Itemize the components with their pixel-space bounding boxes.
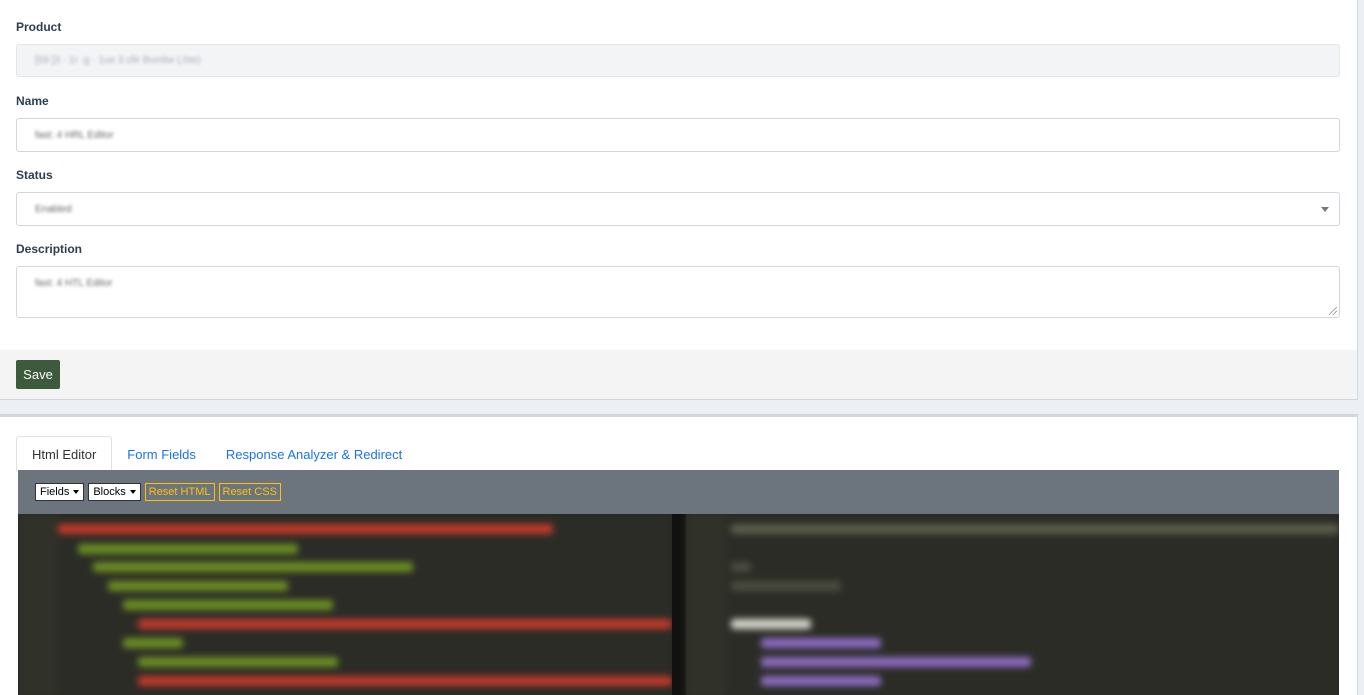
blocks-dropdown-label: Blocks [93,486,126,498]
status-label: Status [16,168,53,182]
code-line [731,562,751,572]
name-input[interactable]: fast: 4 HRL Editor [16,118,1340,152]
code-line [138,657,338,667]
code-line [138,676,672,686]
tab-form-fields[interactable]: Form Fields [112,436,211,472]
code-line [93,562,413,572]
reset-css-button[interactable]: Reset CSS [218,483,281,501]
form-footer: Save [0,350,1357,399]
caret-down-icon [129,490,136,494]
code-line [123,638,183,648]
save-button[interactable]: Save [16,360,60,389]
code-line [731,619,811,629]
product-label: Product [16,20,62,34]
code-line [761,676,881,686]
fields-dropdown[interactable]: Fields [35,483,85,501]
status-value: Enabled [35,203,72,215]
code-line [138,619,672,629]
product-value: [59 ]3 · 1r ·g · 1ue 3 ufe Bumbe (.hte) [35,55,201,66]
product-field: [59 ]3 · 1r ·g · 1ue 3 ufe Bumbe (.hte) [16,44,1340,77]
line-number-gutter [18,514,58,695]
css-code-pane[interactable] [686,514,1339,695]
name-label: Name [16,94,49,108]
code-line [761,657,1031,667]
fields-dropdown-label: Fields [40,486,70,498]
description-label: Description [16,242,83,256]
description-textarea[interactable]: fast: 4 HTL Editor [16,266,1340,318]
reset-html-button[interactable]: Reset HTML [144,483,215,501]
line-number-gutter [686,514,726,695]
code-line [58,524,553,534]
code-editor-area [18,514,1339,695]
caret-down-icon [73,490,80,494]
blocks-dropdown[interactable]: Blocks [88,483,141,501]
code-line [108,581,288,591]
edit-form-card: Product [59 ]3 · 1r ·g · 1ue 3 ufe Bumbe… [0,0,1358,400]
resize-handle-icon[interactable] [1329,307,1337,315]
code-line [731,524,1339,534]
code-line [761,638,881,648]
name-value: fast: 4 HRL Editor [35,129,114,141]
status-select[interactable]: Enabled [16,192,1340,226]
editor-card: Html Editor Form Fields Response Analyze… [0,414,1358,695]
code-line [78,544,298,554]
tab-response-analyzer[interactable]: Response Analyzer & Redirect [211,436,417,472]
code-line [123,600,333,610]
editor-toolbar: Fields Blocks Reset HTML Reset CSS [18,470,1339,514]
chevron-down-icon [1321,207,1329,212]
html-code-pane[interactable] [18,514,672,695]
code-line [731,581,841,591]
tab-html-editor[interactable]: Html Editor [16,436,113,472]
editor-tabs: Html Editor Form Fields Response Analyze… [16,436,417,472]
description-value: fast: 4 HTL Editor [35,278,113,289]
pane-divider[interactable] [672,514,686,695]
